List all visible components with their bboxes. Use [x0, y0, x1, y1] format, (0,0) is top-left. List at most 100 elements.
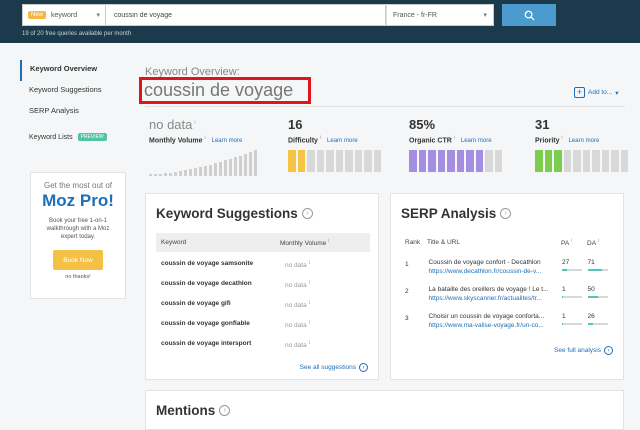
row-da: 50 [587, 285, 614, 303]
keyword-suggestions-card: Keyword Suggestions › Keyword Monthly Vo… [145, 193, 379, 380]
gauge-segment [466, 150, 474, 173]
promo-tagline: Get the most out of [43, 181, 113, 190]
query-quota-text: 19 of 20 free queries available per mont… [22, 31, 132, 37]
row-title[interactable]: La bataille des oreillers de voyage ! Le… [429, 285, 562, 303]
table-row[interactable]: 3 Choisir un coussin de voyage conforta.… [401, 312, 613, 330]
row-volume: no data i [285, 300, 310, 310]
row-pa: 27 [561, 258, 588, 276]
table-row[interactable]: coussin de voyage decathlon no data i [156, 280, 366, 289]
info-icon: i [194, 119, 196, 126]
gauge-segment [326, 150, 334, 173]
col-pa: PA i [561, 237, 573, 248]
row-volume: no data i [285, 260, 310, 270]
book-now-button[interactable]: Book Now [53, 250, 103, 270]
table-row[interactable]: coussin de voyage samsonite no data i [156, 260, 366, 269]
metric-value: 31 [535, 117, 550, 132]
sidebar-item-keyword-suggestions[interactable]: Keyword Suggestions [20, 81, 128, 102]
info-icon: i [204, 135, 206, 141]
gauge-segment [335, 150, 343, 173]
table-row[interactable]: coussin de voyage gifi no data i [156, 300, 366, 309]
volume-trend-bar [214, 163, 217, 177]
locale-select[interactable]: France - fr-FR ▾ [386, 4, 494, 26]
add-to-list-button[interactable]: + Add to... ▾ [574, 87, 618, 98]
search-row: New keyword ▾ France - fr-FR ▾ [22, 4, 556, 26]
card-title: Keyword Suggestions › [156, 206, 313, 221]
priority-gauge [535, 150, 640, 173]
volume-trend-bar [169, 172, 172, 177]
volume-trend-bars [149, 150, 263, 177]
metric-label: Difficulty i Learn more [288, 135, 358, 145]
see-all-suggestions-link[interactable]: See all suggestions › [300, 363, 368, 372]
metric-value: no data i [149, 117, 196, 132]
difficulty-gauge [288, 150, 402, 173]
gauge-segment [316, 150, 324, 173]
sidebar-item-keyword-overview[interactable]: Keyword Overview [20, 60, 128, 81]
no-thanks-link[interactable]: no thanks! [31, 274, 125, 280]
table-row[interactable]: coussin de voyage intersport no data i [156, 340, 366, 349]
row-rank: 2 [405, 288, 409, 295]
row-keyword: coussin de voyage samsonite [161, 260, 254, 267]
see-full-analysis-link[interactable]: See full analysis › [554, 346, 613, 355]
row-title[interactable]: Choisir un coussin de voyage conforta...… [429, 312, 562, 330]
volume-trend-bar [249, 152, 252, 177]
gauge-segment [456, 150, 464, 173]
row-title[interactable]: Coussin de voyage confort - Decathlon htt… [429, 258, 562, 276]
volume-trend-bar [159, 173, 162, 177]
gauge-segment [620, 150, 628, 173]
col-keyword: Keyword [161, 239, 187, 246]
sidebar-item-keyword-lists[interactable]: Keyword Lists PREVIEW [20, 133, 128, 141]
volume-trend-bar [199, 167, 202, 177]
row-da: 26 [587, 312, 614, 330]
gauge-segment [554, 150, 562, 173]
plus-icon: + [574, 87, 585, 98]
row-volume: no data i [285, 280, 310, 290]
preview-badge: PREVIEW [77, 133, 107, 141]
arrow-right-icon: › [359, 363, 368, 372]
gauge-segment [297, 150, 305, 173]
sidebar-nav: Keyword Overview Keyword Suggestions SER… [20, 60, 128, 141]
top-search-bar: New keyword ▾ France - fr-FR ▾ 19 of 20 … [0, 0, 640, 43]
learn-more-link[interactable]: Learn more [569, 138, 600, 144]
table-row[interactable]: coussin de voyage gonflable no data i [156, 320, 366, 329]
gauge-segment [288, 150, 296, 173]
row-keyword: coussin de voyage gonflable [161, 320, 250, 327]
learn-more-link[interactable]: Learn more [212, 138, 243, 144]
table-row[interactable]: 2 La bataille des oreillers de voyage ! … [401, 285, 613, 303]
arrow-right-icon[interactable]: › [219, 405, 231, 416]
gauge-segment [345, 150, 353, 173]
volume-trend-bar [244, 153, 247, 177]
gauge-segment [409, 150, 417, 173]
arrow-right-icon[interactable]: › [500, 208, 512, 219]
card-title: SERP Analysis › [401, 206, 512, 221]
chevron-down-icon: ▾ [615, 89, 619, 97]
metric-label: Organic CTR i Learn more [409, 135, 492, 145]
gauge-segment [307, 150, 315, 173]
table-header: Rank Title & URL PA i DA i [401, 233, 615, 252]
volume-trend-bar [254, 150, 257, 177]
gauge-segment [535, 150, 543, 173]
table-row[interactable]: 1 Coussin de voyage confort - Decathlon h… [401, 258, 613, 276]
search-button[interactable] [502, 4, 556, 26]
moz-pro-promo: Get the most out of Moz Pro! Book your f… [30, 172, 126, 299]
keyword-lists-label: Keyword Lists [29, 133, 73, 141]
row-rank: 3 [405, 315, 409, 322]
gauge-segment [582, 150, 590, 173]
learn-more-link[interactable]: Learn more [327, 138, 358, 144]
learn-more-link[interactable]: Learn more [461, 138, 492, 144]
arrow-right-icon[interactable]: › [301, 208, 313, 219]
gauge-segment [494, 150, 502, 173]
search-type-select[interactable]: New keyword ▾ [22, 4, 106, 26]
sidebar-item-serp-analysis[interactable]: SERP Analysis [20, 102, 128, 123]
info-icon: i [561, 135, 563, 141]
row-pa: 1 [561, 312, 588, 330]
table-header: Keyword Monthly Volume i [156, 233, 370, 252]
new-badge: New [28, 11, 47, 19]
keyword-search-input[interactable] [106, 4, 386, 26]
organic-ctr-gauge [409, 150, 523, 173]
card-title: Mentions › [156, 403, 231, 418]
gauge-segment [364, 150, 372, 173]
row-volume: no data i [285, 340, 310, 350]
metric-difficulty: 16 Difficulty i Learn more [288, 117, 402, 173]
row-pa: 1 [561, 285, 588, 303]
col-rank: Rank [405, 239, 421, 246]
